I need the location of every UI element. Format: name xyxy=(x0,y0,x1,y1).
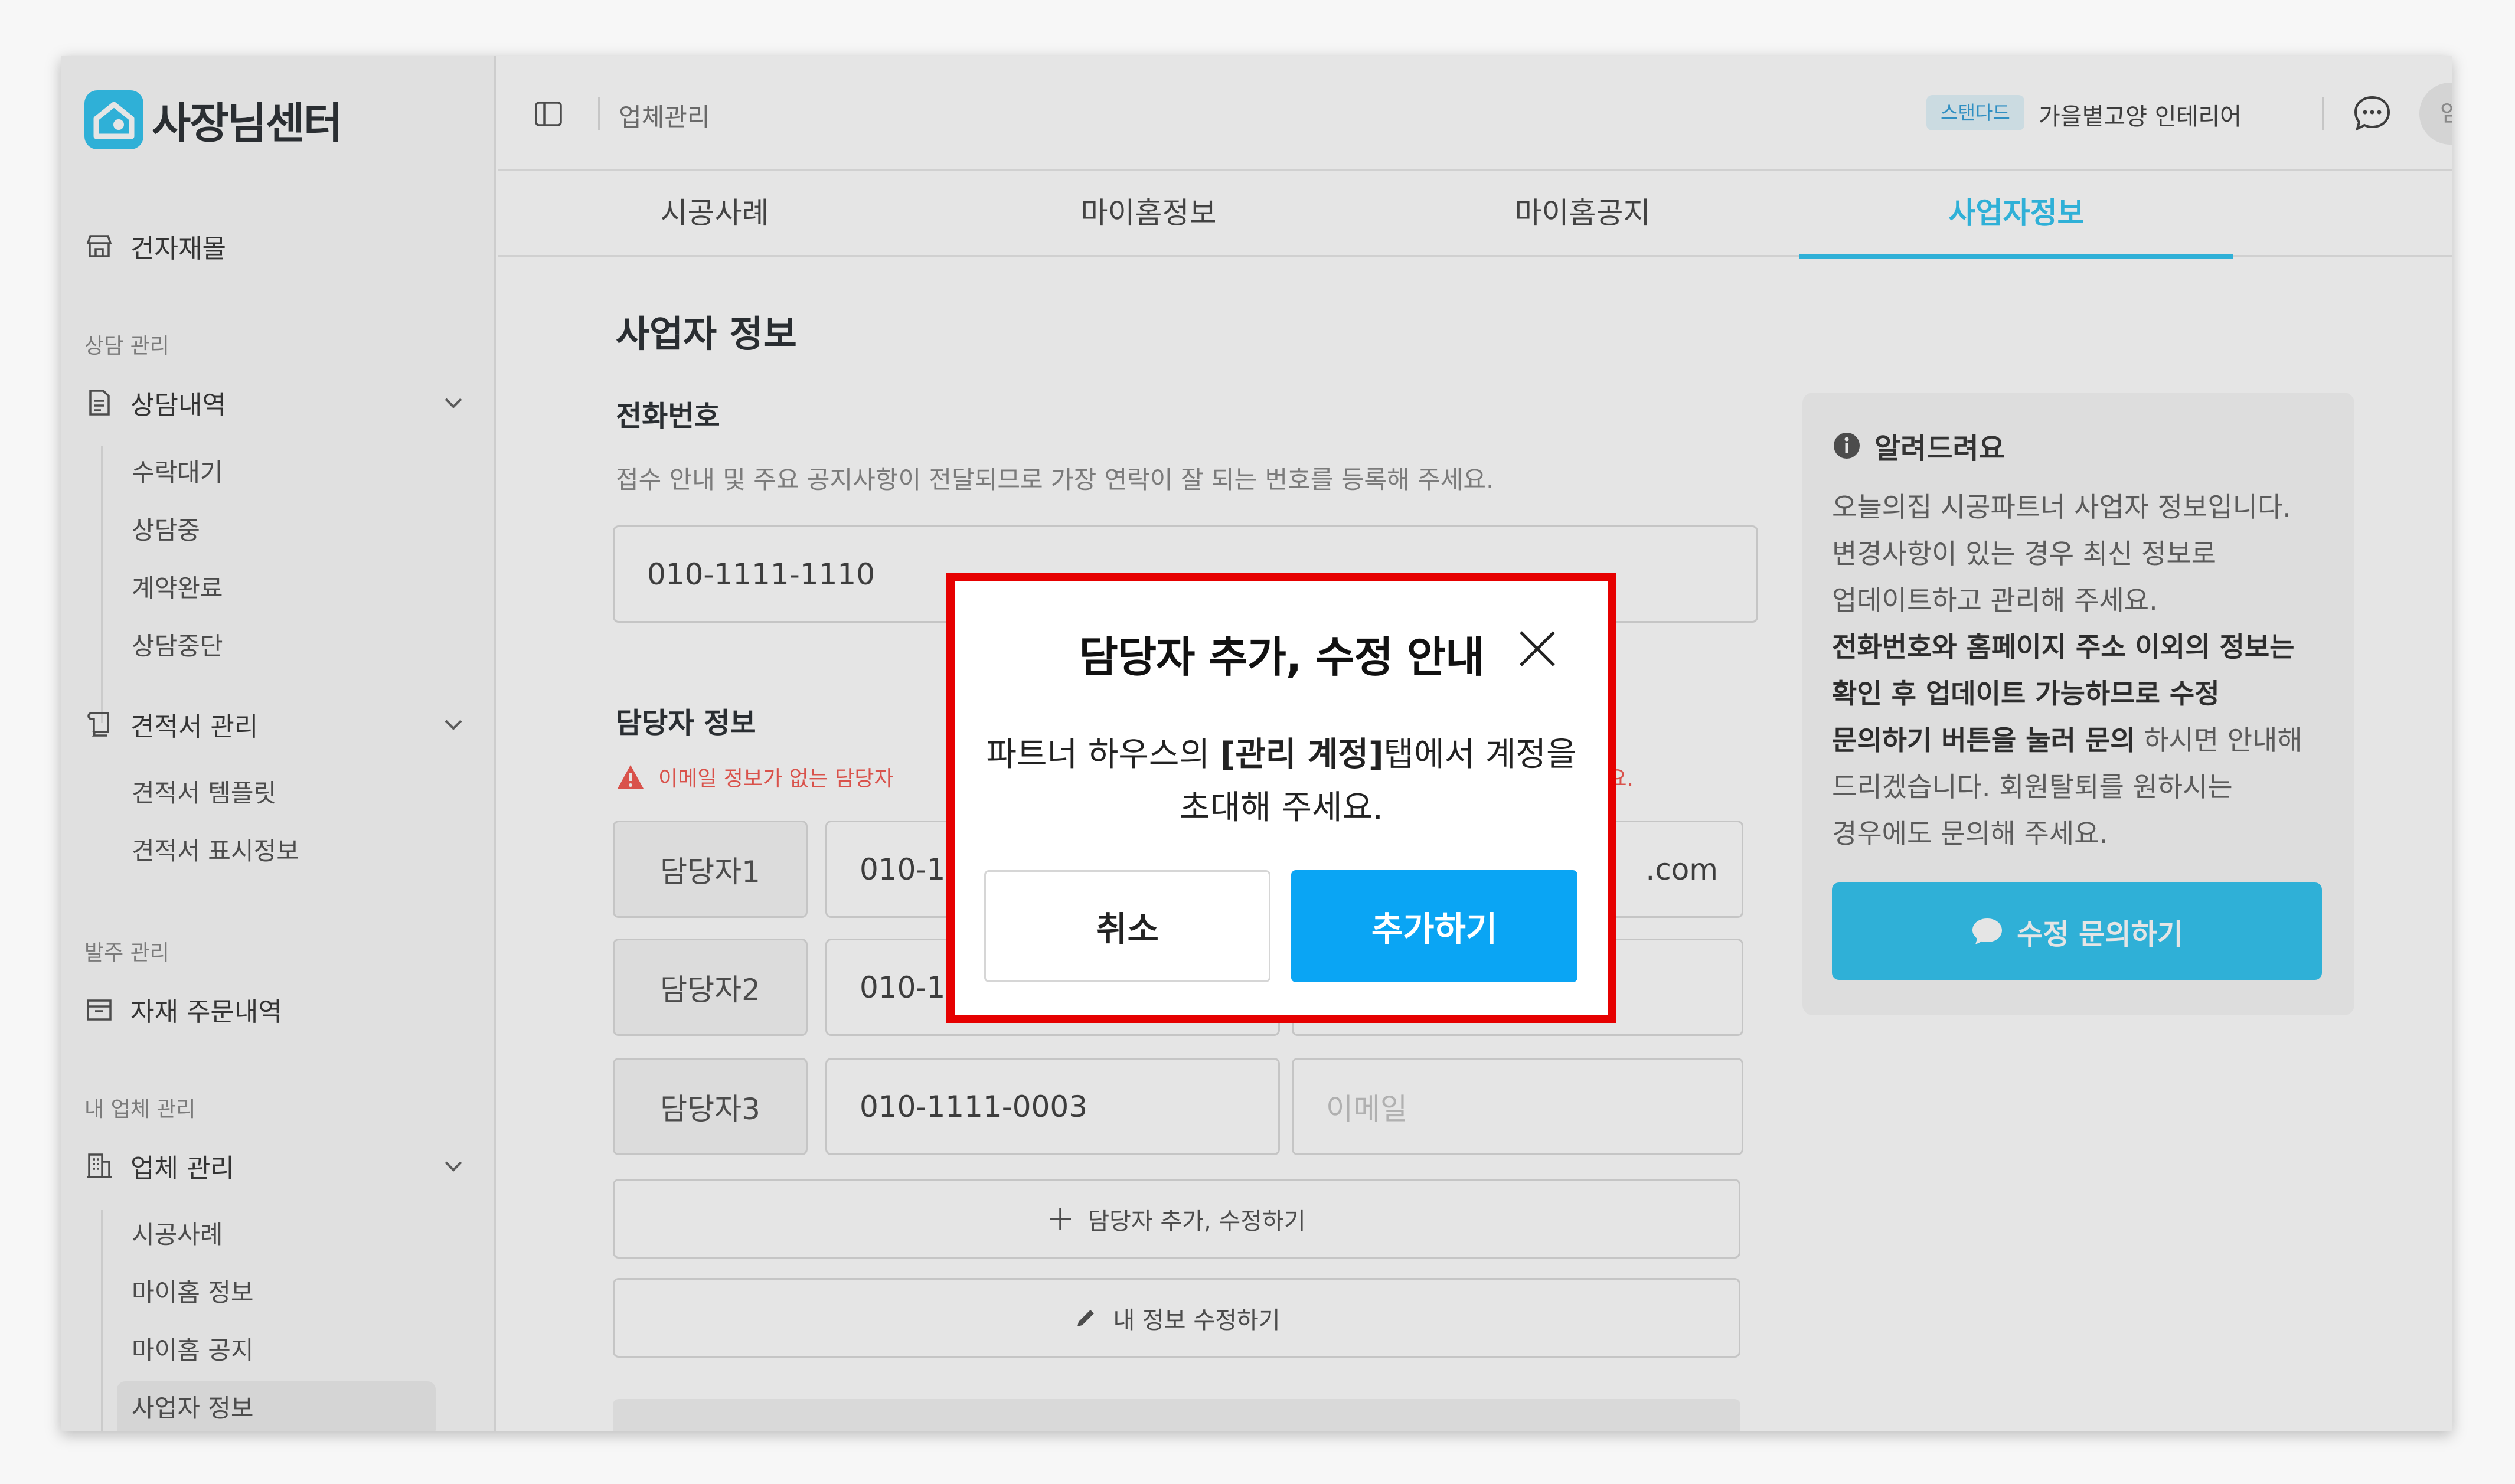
modal-message-bold: [관리 계정] xyxy=(1220,736,1384,774)
manager-modal: 담당자 추가, 수정 안내 파트너 하우스의 [관리 계정]탭에서 계정을 초대… xyxy=(946,573,1616,1023)
modal-message-text: 파트너 하우스의 xyxy=(986,736,1220,774)
cancel-button[interactable]: 취소 xyxy=(984,870,1270,982)
add-button[interactable]: 추가하기 xyxy=(1291,870,1577,982)
close-icon[interactable] xyxy=(1514,625,1561,672)
modal-message-text: 탭에서 계정을 xyxy=(1383,736,1577,774)
modal-title: 담당자 추가, 수정 안내 xyxy=(1079,632,1485,682)
modal-message-text: 초대해 주세요. xyxy=(1180,789,1383,827)
modal-message: 파트너 하우스의 [관리 계정]탭에서 계정을 초대해 주세요. xyxy=(978,728,1585,835)
app-window: 사장님센터 건자재몰 상담 관리 상담내역 수락대기 상담중 계약완료 상담중단… xyxy=(61,56,2452,1431)
